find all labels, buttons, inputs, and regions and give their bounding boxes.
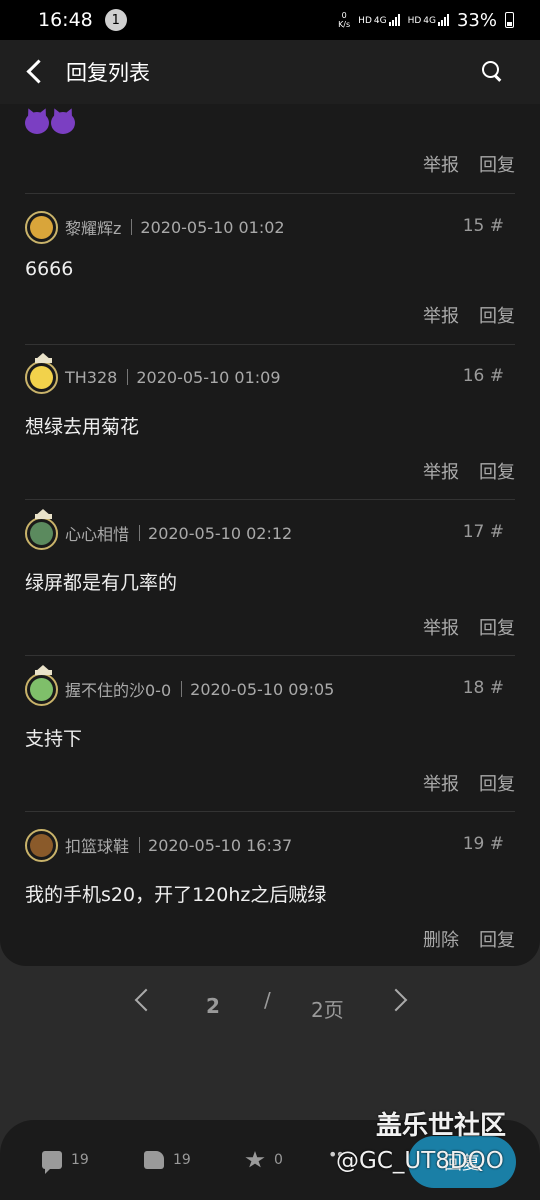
watermark-handle: @GC_UT8DQO xyxy=(336,1148,504,1174)
avatar[interactable] xyxy=(25,210,58,244)
reply-datetime: 2020-05-10 01:09 xyxy=(136,367,281,387)
reply-actions: 举报 回复 xyxy=(423,458,515,484)
reply-username[interactable]: 黎耀辉z xyxy=(65,215,121,239)
reply-content: 绿屏都是有几率的 xyxy=(25,572,178,594)
reply-username[interactable]: 心心相惜 xyxy=(65,521,129,545)
reply-link[interactable]: 回复 xyxy=(479,151,515,177)
reply-datetime: 2020-05-10 01:02 xyxy=(140,217,285,237)
avatar[interactable] xyxy=(25,664,58,706)
reply-link[interactable]: 回复 xyxy=(479,770,515,796)
floor-number: 17 # xyxy=(462,522,504,542)
meta-separator xyxy=(139,837,141,853)
sim1-signal: HD 4G xyxy=(358,14,400,26)
reply-datetime: 2020-05-10 09:05 xyxy=(190,679,335,699)
notification-badge: 1 xyxy=(104,9,127,31)
like-button[interactable]: 19 xyxy=(144,1151,191,1169)
divider xyxy=(25,811,515,812)
report-button[interactable]: 举报 xyxy=(423,302,459,328)
reply-meta: 扣篮球鞋 2020-05-10 16:37 xyxy=(25,828,292,862)
reply-meta: 握不住的沙0-0 2020-05-10 09:05 xyxy=(25,664,335,706)
crown-icon xyxy=(35,508,52,519)
watermark-title: 盖乐世社区 xyxy=(376,1111,507,1141)
reply-username[interactable]: 握不住的沙0-0 xyxy=(65,677,171,701)
avatar[interactable] xyxy=(25,508,58,550)
reply-content: 我的手机s20，开了120hz之后贼绿 xyxy=(25,884,327,906)
current-page[interactable]: 2 xyxy=(206,994,220,1018)
signal-icon xyxy=(437,14,449,26)
battery-percent: 33% xyxy=(456,9,497,31)
reply-content: 想绿去用菊花 xyxy=(25,416,140,438)
reply-link[interactable]: 回复 xyxy=(479,458,515,484)
divider xyxy=(25,499,515,500)
app-header: 回复列表 xyxy=(0,40,540,104)
reply-list-card: 举报 回复 黎耀辉z 2020-05-10 01:02 15 # 6666 举报… xyxy=(0,104,540,966)
reply-actions: 举报 回复 xyxy=(423,770,515,796)
floor-number: 16 # xyxy=(462,366,504,386)
net-speed: 0 K/s xyxy=(338,11,351,29)
meta-separator xyxy=(131,219,133,235)
previous-item-actions: 举报 回复 xyxy=(423,151,515,177)
floor-number: 18 # xyxy=(462,678,504,698)
divider xyxy=(25,344,515,345)
page-title: 回复列表 xyxy=(66,61,150,85)
meta-separator xyxy=(181,681,183,697)
reply-datetime: 2020-05-10 02:12 xyxy=(148,523,293,543)
back-arrow-icon[interactable] xyxy=(24,60,48,84)
floor-number: 15 # xyxy=(462,216,504,236)
page-separator: / xyxy=(264,988,271,1012)
emoji-content xyxy=(25,112,75,134)
floor-number: 19 # xyxy=(462,834,504,854)
reply-actions: 举报 回复 xyxy=(423,614,515,640)
crown-icon xyxy=(35,352,52,363)
comment-icon xyxy=(42,1151,62,1174)
chevron-right-icon[interactable] xyxy=(384,988,408,1012)
sim2-signal: HD 4G xyxy=(408,14,449,26)
report-button[interactable]: 举报 xyxy=(423,770,459,796)
divider xyxy=(25,193,515,194)
signal-icon xyxy=(388,14,400,26)
reply-meta: 心心相惜 2020-05-10 02:12 xyxy=(25,508,293,550)
status-time: 16:48 xyxy=(38,9,93,31)
devil-emoji-icon xyxy=(25,112,49,134)
search-icon[interactable] xyxy=(482,61,504,83)
divider xyxy=(25,655,515,656)
status-bar: 16:48 1 0 K/s HD 4G HD 4G 33% xyxy=(0,0,540,40)
report-button[interactable]: 举报 xyxy=(423,614,459,640)
status-icons: 0 K/s HD 4G HD 4G 33% xyxy=(338,10,514,31)
reply-actions: 举报 回复 xyxy=(423,302,515,328)
reply-datetime: 2020-05-10 16:37 xyxy=(148,835,293,855)
crown-icon xyxy=(35,664,52,675)
favorite-button[interactable]: 0 xyxy=(245,1151,283,1169)
reply-username[interactable]: 扣篮球鞋 xyxy=(65,833,129,857)
reply-link[interactable]: 回复 xyxy=(479,302,515,328)
meta-separator xyxy=(139,525,141,541)
star-icon xyxy=(245,1151,265,1168)
reply-actions: 删除 回复 xyxy=(423,926,515,952)
avatar[interactable] xyxy=(25,352,58,394)
comment-count-button[interactable]: 19 xyxy=(42,1151,89,1174)
report-button[interactable]: 举报 xyxy=(423,151,459,177)
reply-content: 支持下 xyxy=(25,728,83,750)
reply-meta: TH328 2020-05-10 01:09 xyxy=(25,352,281,394)
meta-separator xyxy=(127,369,129,385)
battery-icon xyxy=(505,12,514,28)
reply-link[interactable]: 回复 xyxy=(479,614,515,640)
pagination: 2 / 2页 xyxy=(0,986,540,1026)
thumbs-up-icon xyxy=(144,1151,164,1169)
reply-content: 6666 xyxy=(25,258,74,280)
reply-meta: 黎耀辉z 2020-05-10 01:02 xyxy=(25,210,285,244)
devil-emoji-icon xyxy=(51,112,75,134)
report-button[interactable]: 举报 xyxy=(423,458,459,484)
total-pages: 2页 xyxy=(311,998,344,1022)
reply-username[interactable]: TH328 xyxy=(65,368,117,387)
delete-button[interactable]: 删除 xyxy=(423,926,459,952)
avatar[interactable] xyxy=(25,828,58,862)
chevron-left-icon[interactable] xyxy=(134,988,158,1012)
reply-link[interactable]: 回复 xyxy=(479,926,515,952)
